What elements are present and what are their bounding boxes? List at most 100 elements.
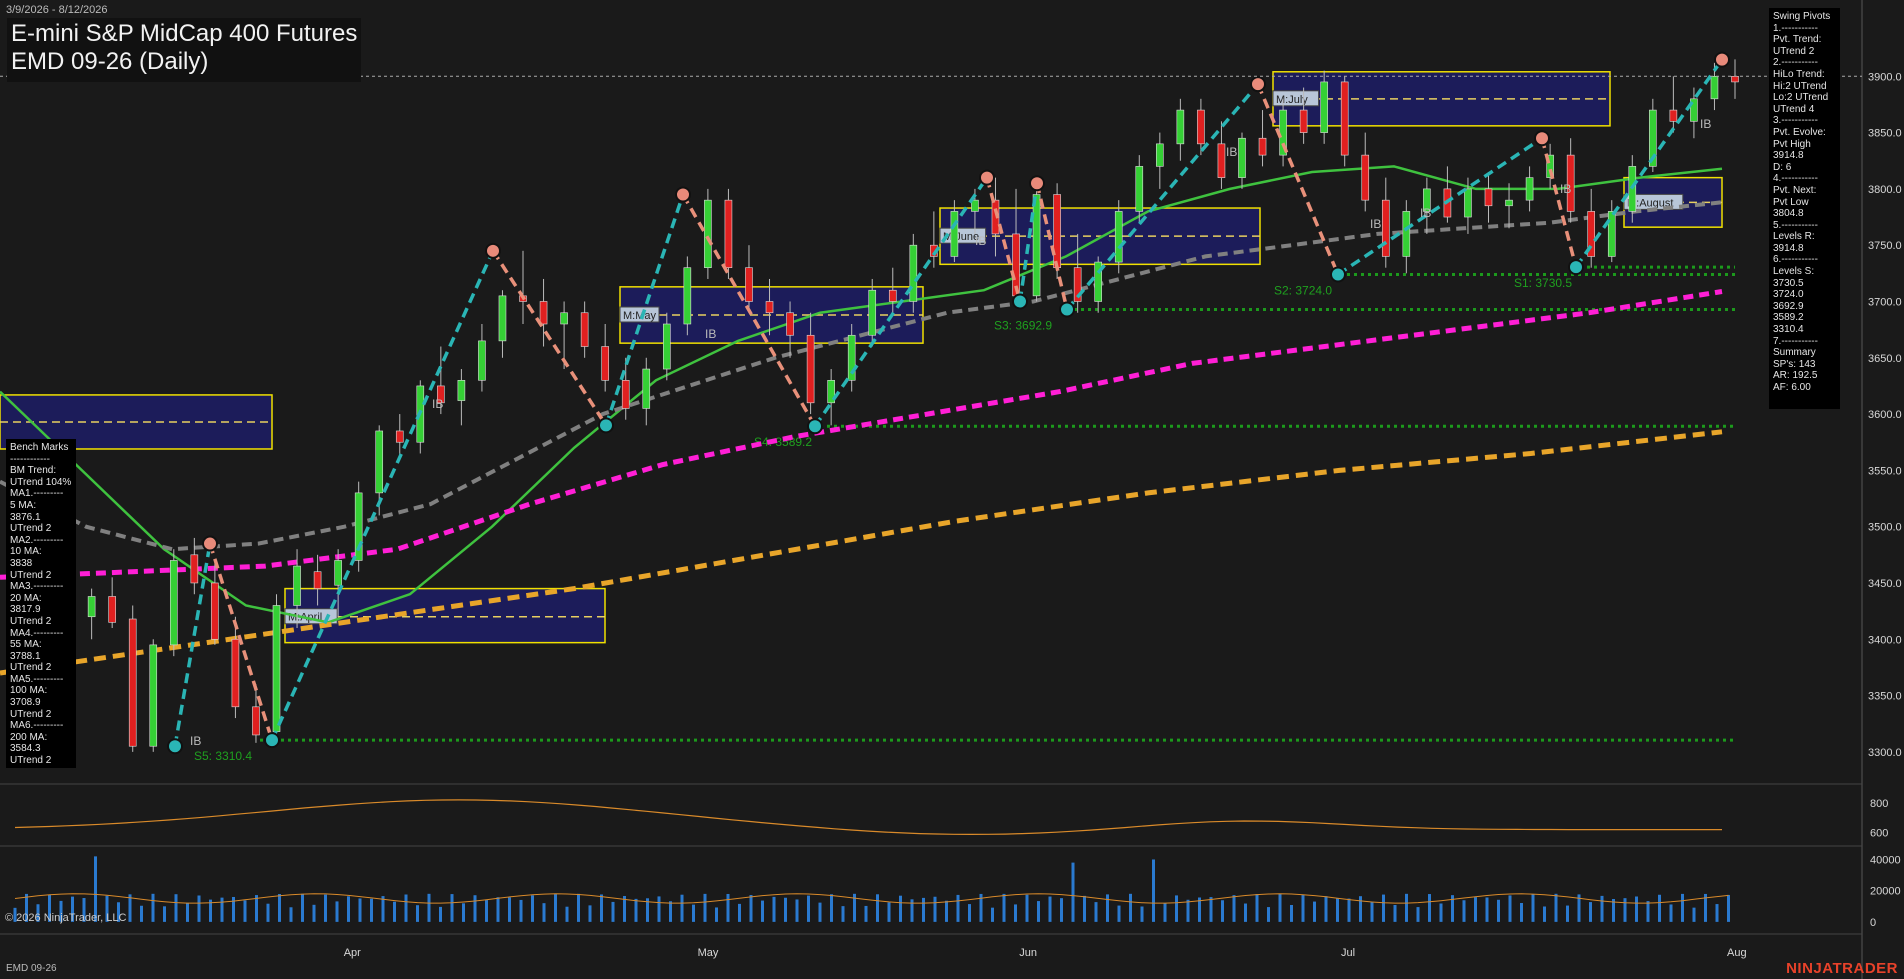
swing-pivot-line: 3730.5 [1773, 277, 1804, 289]
candle-body [601, 346, 609, 381]
candle-body [663, 323, 671, 370]
candle-body [1320, 81, 1328, 133]
candle-body [1114, 211, 1123, 263]
swing-pivot-line: 2.----------- [1773, 57, 1818, 69]
swing-pivot-marker [1534, 130, 1550, 147]
candle-body [560, 312, 568, 325]
candle-body [724, 199, 733, 269]
candle-body [745, 267, 753, 302]
swing-pivot-line: 3804.8 [1773, 208, 1804, 220]
swing-pivots-panel: Swing Pivots 1.----------- Pvt. Trend: UTre… [1769, 8, 1840, 409]
ib-label: IB [1226, 145, 1237, 159]
bench-mark-line: BM Trend: [10, 465, 57, 477]
swing-pivot-marker [1568, 259, 1584, 276]
swing-pivot-line: 3914.8 [1773, 150, 1804, 162]
swing-pivot-marker [598, 417, 614, 434]
swing-pivot-line: Lo:2 UTrend [1773, 92, 1829, 104]
bench-mark-line: MA1.--------- [10, 488, 64, 500]
candle-body [313, 571, 322, 589]
monthly-box-label: M:June [943, 231, 979, 243]
y-tick-label: 3350.0 [1868, 691, 1902, 703]
lower-panels: 600 800 0 20000 40000 [0, 783, 1901, 935]
price-axis: 3300.0 3350.0 3400.0 3450.0 3500.0 3550.0 3600… [0, 0, 1902, 979]
candle-body [1032, 194, 1041, 297]
candle-body [252, 706, 260, 736]
swing-pivot-line: 3692.9 [1773, 300, 1804, 312]
candle-body [1361, 154, 1370, 201]
candle-body [128, 618, 137, 747]
candle-body [1525, 177, 1534, 201]
swing-pivot-marker [1714, 51, 1730, 68]
swing-lines: IB IB IB IB IB IB IB IB IB [167, 51, 1730, 755]
bench-mark-line: 55 MA: [10, 639, 42, 651]
y-tick-label: 3500.0 [1868, 522, 1902, 534]
candle-body [190, 554, 199, 584]
ib-label: IB [190, 734, 201, 748]
swing-segment [208, 543, 274, 741]
bench-mark-line: MA2.--------- [10, 534, 64, 546]
support-label: S5: 3310.4 [194, 749, 252, 763]
bench-mark-line: 20 MA: [10, 592, 42, 604]
y-tick-label: 3900.0 [1868, 71, 1902, 83]
bench-mark-line: MA3.--------- [10, 581, 64, 593]
ib-label: IB [1700, 117, 1711, 131]
swing-pivot-line: Hi:2 UTrend [1773, 80, 1827, 92]
swing-pivot-line: Pvt. Trend: [1773, 34, 1822, 46]
candle-body [539, 301, 548, 325]
support-levels: S1: 3730.5S2: 3724.0S3: 3692.9S4: 3589.2… [194, 265, 1735, 763]
bench-mark-line: UTrend 2 [10, 523, 52, 535]
candle-body [1710, 75, 1719, 100]
x-month-label: Aug [1727, 947, 1747, 959]
chart-subtitle: EMD 09-26 (Daily) [11, 48, 209, 75]
volume-average-line [14, 893, 1729, 904]
bench-mark-line: 10 MA: [10, 546, 42, 558]
swing-pivot-marker [1012, 293, 1028, 310]
candle-body [1484, 188, 1493, 207]
candle-body [1135, 166, 1144, 212]
swing-pivot-line: 3914.8 [1773, 242, 1804, 254]
bench-mark-line: 5 MA: [10, 499, 37, 511]
x-month-label: Apr [344, 947, 361, 959]
candle-body [149, 644, 158, 747]
swing-pivot-marker [675, 186, 691, 203]
candle-body [1176, 109, 1185, 145]
candle-body [642, 368, 651, 409]
monthly-box-label: M:May [623, 310, 657, 322]
y-tick-label: 3850.0 [1868, 128, 1902, 140]
bench-mark-line: Bench Marks [10, 442, 69, 453]
atr-tick-label: 600 [1870, 828, 1888, 840]
support-label: S2: 3724.0 [1274, 283, 1332, 297]
y-tick-label: 3800.0 [1868, 184, 1902, 196]
candle-body [1258, 137, 1267, 156]
swing-pivot-line: Levels S: [1773, 266, 1815, 278]
candle-body [395, 430, 404, 443]
y-tick-label: 3600.0 [1868, 409, 1902, 421]
candle-body [621, 379, 630, 409]
swing-pivot-marker [485, 242, 501, 259]
candle-body [1464, 188, 1472, 218]
swing-pivot-line: UTrend 4 [1773, 103, 1815, 115]
swing-segment [491, 249, 608, 427]
swing-pivot-marker [1330, 266, 1346, 283]
bench-marks-panel: Bench Marks ------------ BM Trend: UTrend 1… [6, 439, 76, 768]
candle-body [169, 560, 178, 646]
candle-body [1669, 109, 1678, 122]
swing-pivot-line: 6.----------- [1773, 254, 1818, 266]
candle-body [580, 312, 589, 347]
chart-canvas[interactable]: M:AprilM:MayM:JuneM:JulyM:August S1: 373… [0, 0, 1904, 979]
swing-pivot-line: AF: 6.00 [1773, 382, 1811, 393]
ib-label: IB [975, 234, 986, 248]
swing-pivot-marker [264, 732, 280, 749]
atr-tick-label: 800 [1870, 798, 1888, 810]
swing-pivot-marker [1250, 76, 1266, 93]
bench-mark-line: UTrend 2 [10, 569, 52, 581]
swing-pivot-marker [167, 738, 183, 755]
bench-mark-line: 3817.9 [10, 604, 41, 616]
y-tick-label: 3700.0 [1868, 296, 1902, 308]
candle-body [87, 596, 96, 618]
candles [26, 59, 1739, 752]
bench-mark-line: UTrend 2 [10, 755, 52, 767]
candle-body [1340, 81, 1349, 156]
candle-body [1299, 109, 1308, 133]
copyright: © 2026 NinjaTrader, LLC [5, 912, 127, 924]
